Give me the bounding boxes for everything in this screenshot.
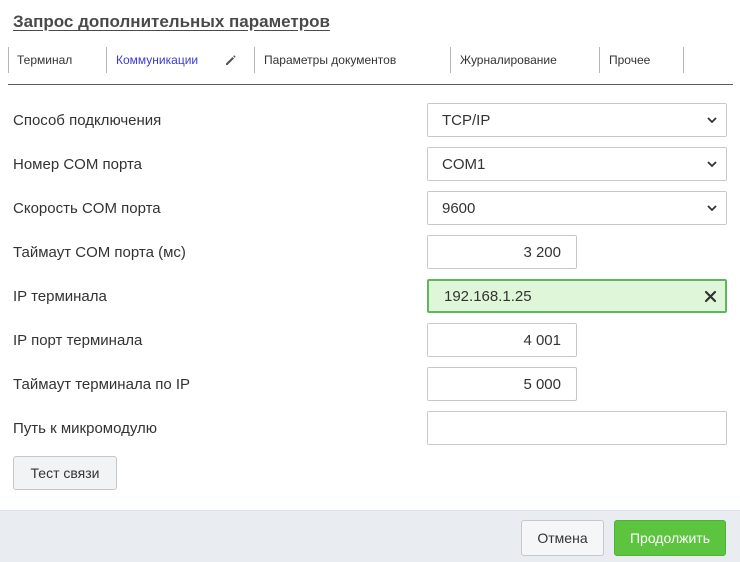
tab-bar: Терминал Коммуникации Параметры документ… [8,47,733,73]
com-port-label: Номер COM порта [13,156,143,173]
tab-terminal[interactable]: Терминал [8,47,107,73]
com-speed-select[interactable]: 9600 [427,191,727,225]
connection-method-label: Способ подключения [13,112,162,129]
terminal-ip-label: IP терминала [13,288,107,305]
cancel-button[interactable]: Отмена [521,520,604,556]
micromodule-path-label: Путь к микромодулю [13,420,158,437]
com-port-select[interactable]: COM1 [427,147,727,181]
ip-timeout-value: 5 000 [523,375,561,393]
terminal-port-label: IP порт терминала [13,332,143,349]
connection-method-select[interactable]: TCP/IP [427,103,727,137]
tab-label: Прочее [609,53,651,67]
ip-timeout-input[interactable]: 5 000 [427,367,577,401]
tabs-divider [8,84,733,85]
continue-button[interactable]: Продолжить [614,520,726,556]
com-port-value: COM1 [442,155,486,173]
terminal-port-input[interactable]: 4 001 [427,323,577,357]
chevron-down-icon [707,161,717,168]
close-icon[interactable] [704,290,717,303]
tab-label: Коммуникации [116,53,199,67]
ip-timeout-label: Таймаут терминала по IP [13,376,191,393]
tab-label: Журналирование [460,53,557,67]
tab-other[interactable]: Прочее [600,47,684,73]
micromodule-path-input[interactable] [427,411,727,445]
terminal-ip-value: 192.168.1.25 [444,287,532,305]
com-timeout-value: 3 200 [523,243,561,261]
pencil-icon [226,55,236,65]
com-timeout-input[interactable]: 3 200 [427,235,577,269]
tab-document-params[interactable]: Параметры документов [255,47,451,73]
tab-logging[interactable]: Журналирование [451,47,600,73]
terminal-ip-input[interactable]: 192.168.1.25 [427,279,727,313]
terminal-port-value: 4 001 [523,331,561,349]
connection-method-value: TCP/IP [442,111,491,129]
chevron-down-icon [707,117,717,124]
test-connection-button[interactable]: Тест связи [13,456,117,490]
com-speed-label: Скорость COM порта [13,200,161,217]
com-speed-value: 9600 [442,199,476,217]
chevron-down-icon [707,205,717,212]
com-timeout-label: Таймаут COM порта (мс) [13,244,186,261]
dialog-footer: Отмена Продолжить [0,510,740,562]
tab-label: Терминал [17,53,73,67]
tab-communications[interactable]: Коммуникации [107,47,255,73]
tab-label: Параметры документов [264,53,397,67]
dialog-title: Запрос дополнительных параметров [13,12,330,31]
